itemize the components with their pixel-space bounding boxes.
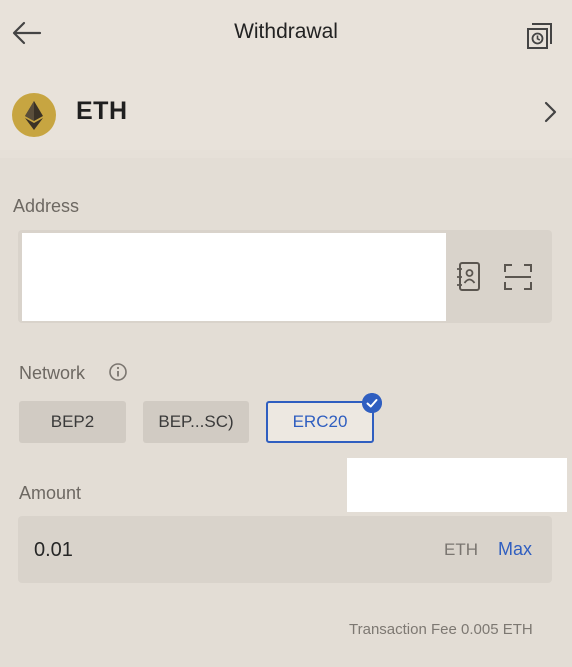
amount-input[interactable]: [34, 534, 334, 566]
check-icon: [362, 393, 382, 413]
address-label: Address: [13, 196, 80, 216]
network-label: Network: [19, 363, 86, 383]
network-option-erc20[interactable]: ERC20: [266, 401, 374, 443]
network-option-bep2[interactable]: BEP2: [19, 401, 126, 443]
max-button[interactable]: Max: [498, 539, 532, 560]
coin-symbol: ETH: [76, 97, 128, 125]
address-field: [18, 230, 552, 323]
redacted-area: [347, 458, 567, 512]
header: Withdrawal ETH: [0, 0, 572, 150]
coin-logo: [12, 93, 56, 137]
info-icon[interactable]: [108, 362, 128, 382]
address-book-icon[interactable]: [454, 260, 484, 294]
address-input[interactable]: [22, 233, 446, 321]
ethereum-icon: [25, 101, 43, 130]
amount-label: Amount: [19, 483, 82, 503]
network-option-bsc[interactable]: BEP...SC): [143, 401, 249, 443]
transaction-fee: Transaction Fee 0.005 ETH: [349, 621, 533, 638]
history-button[interactable]: [523, 20, 555, 50]
amount-field: ETH Max: [18, 516, 552, 583]
page-title: Withdrawal: [234, 20, 338, 43]
chevron-right-icon: [544, 101, 557, 123]
amount-unit: ETH: [444, 540, 478, 559]
history-icon: [527, 23, 552, 49]
scan-icon[interactable]: [502, 262, 534, 292]
coin-selector[interactable]: ETH: [0, 83, 572, 143]
withdrawal-screen: Withdrawal ETH Address Network BEP2 BEP.…: [0, 0, 572, 667]
withdrawal-form: Address Network BEP2 BEP...SC) ERC20 Amo…: [0, 158, 572, 667]
